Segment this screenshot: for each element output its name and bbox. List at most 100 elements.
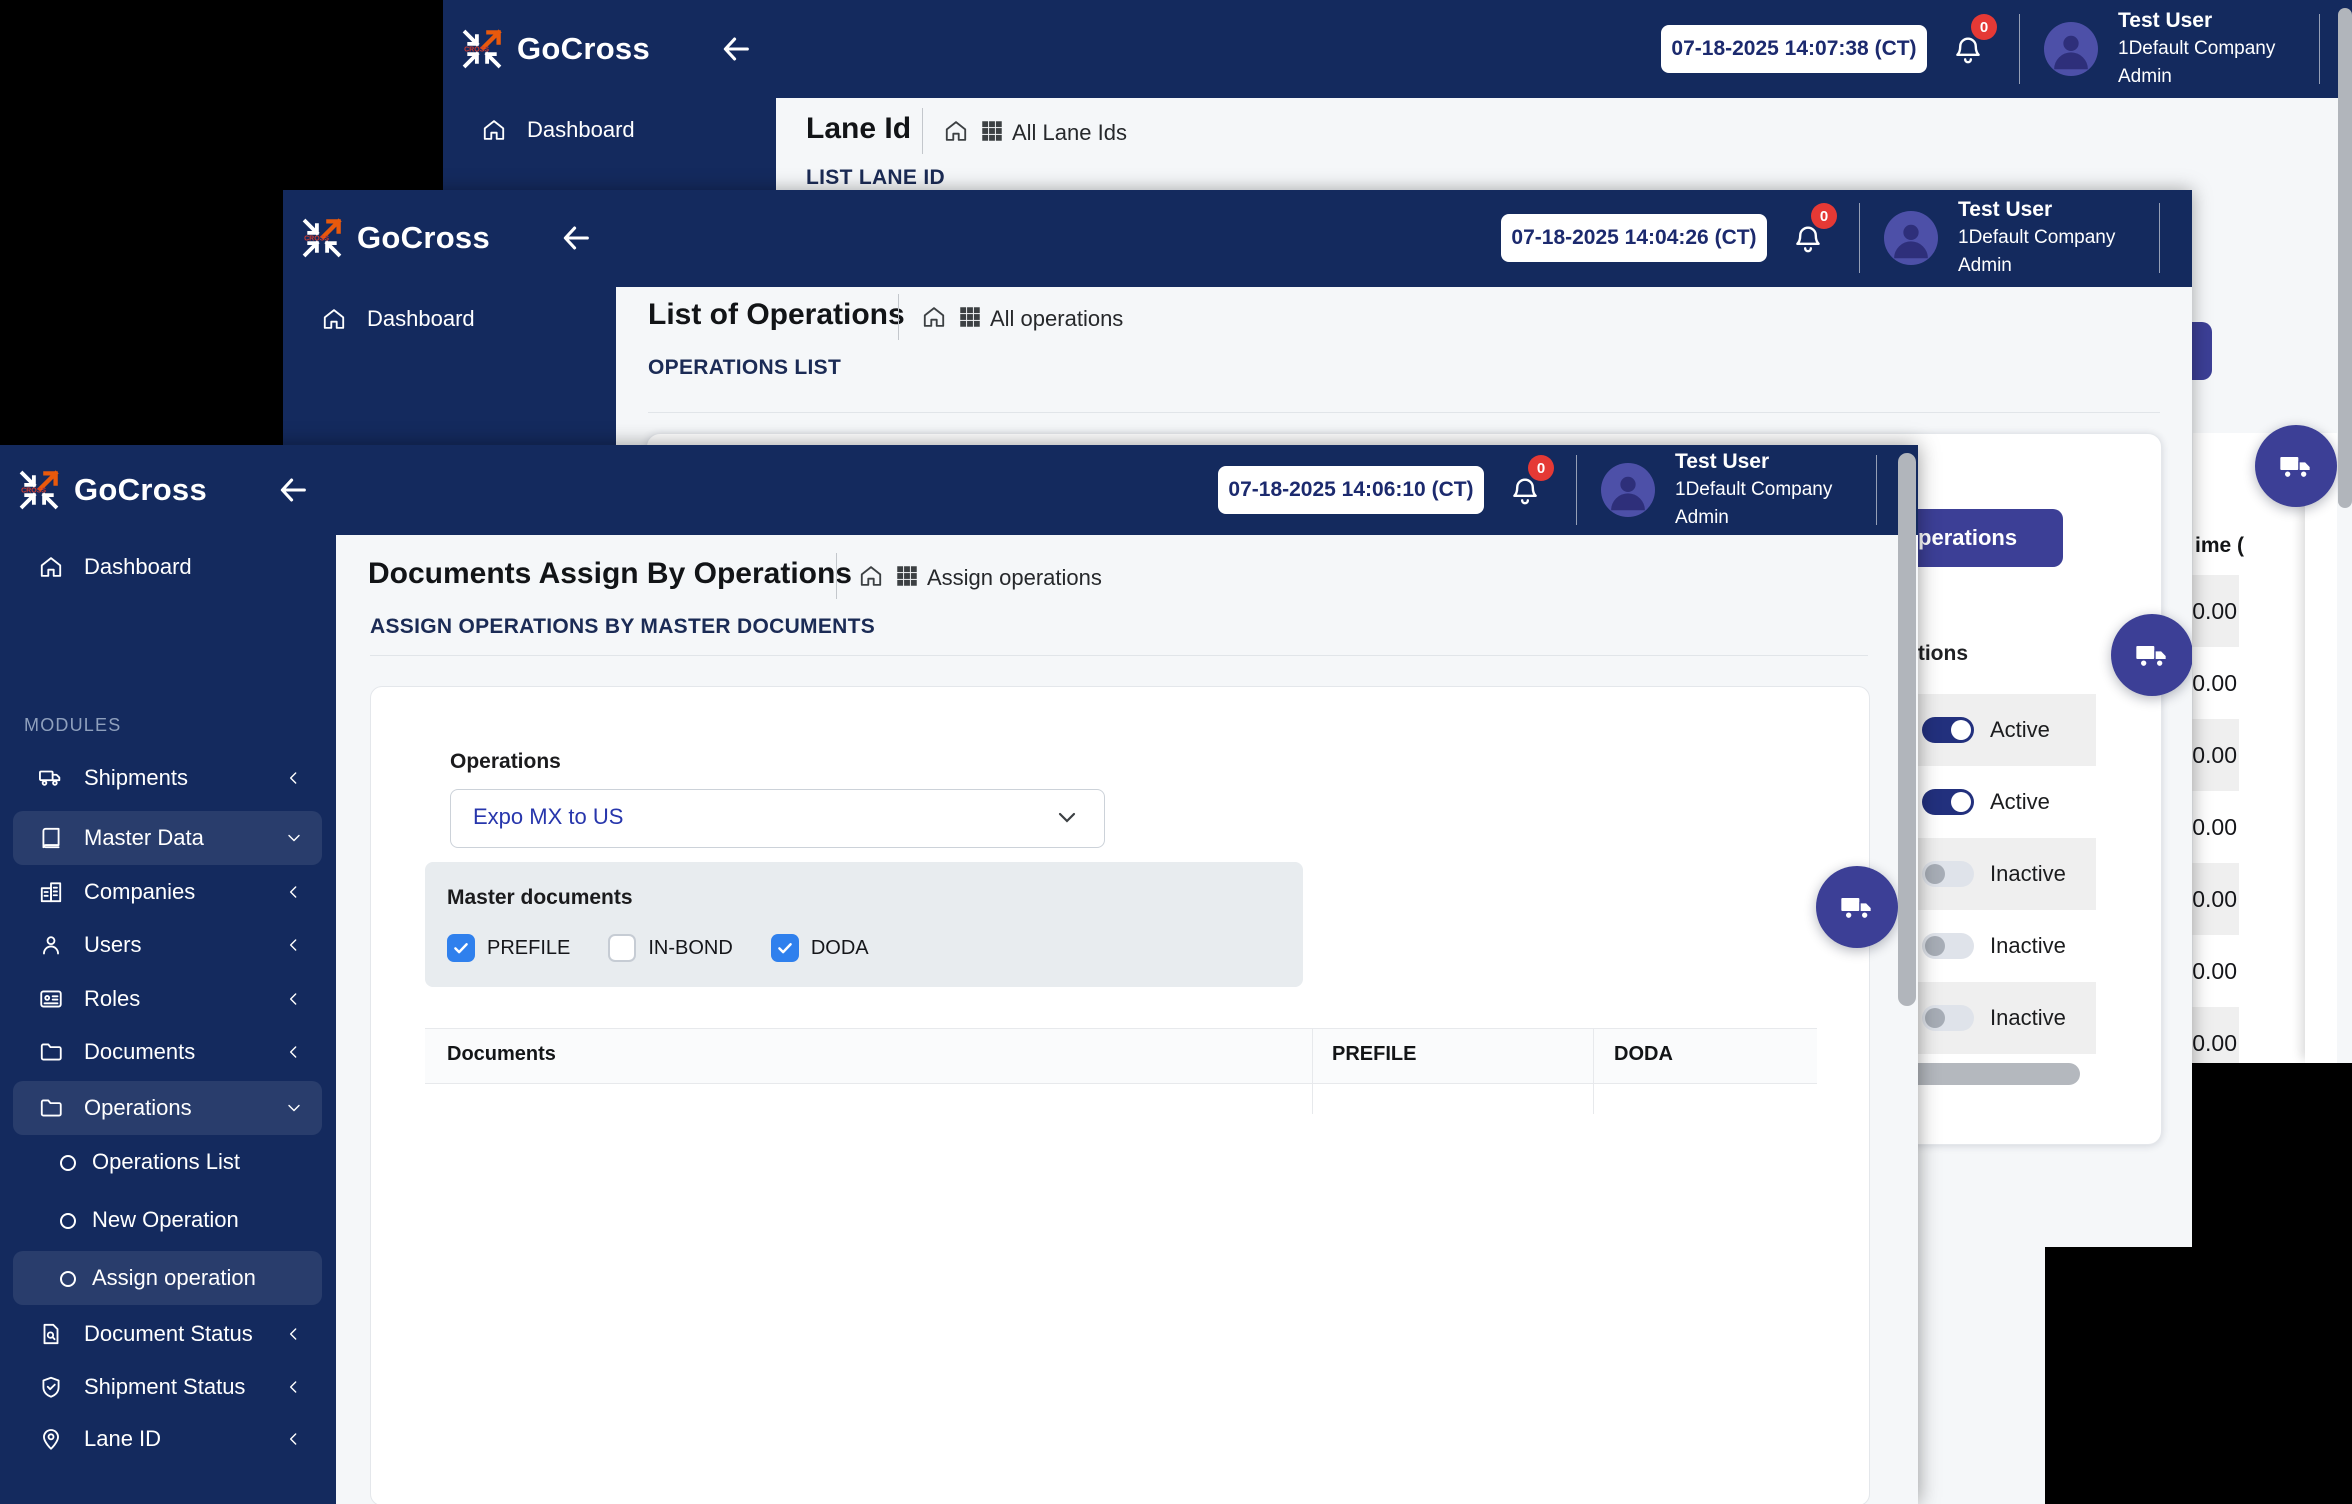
chevron-left-icon: [284, 1042, 304, 1062]
user-role: Admin: [1958, 252, 2192, 280]
breadcrumb[interactable]: Assign operations: [927, 565, 1102, 591]
status-label: Active: [1990, 789, 2050, 815]
chevron-down-icon: [1058, 812, 1076, 824]
section-title: ASSIGN OPERATIONS BY MASTER DOCUMENTS: [370, 615, 875, 639]
avatar[interactable]: [1601, 463, 1655, 517]
operations-button-label: Operations: [1901, 525, 2017, 551]
chevron-left-icon: [284, 989, 304, 1009]
timestamp: 07-18-2025 14:07:38 (CT): [1671, 37, 1916, 61]
clock-display[interactable]: 07-18-2025 14:06:10 (CT): [1218, 466, 1484, 514]
column-divider: [1312, 1028, 1313, 1114]
grid-breadcrumb-icon[interactable]: [979, 118, 1005, 144]
clock-display[interactable]: 07-18-2025 14:04:26 (CT): [1501, 214, 1767, 262]
status-toggle[interactable]: [1922, 1005, 1974, 1031]
truck-fab-button[interactable]: [2111, 614, 2192, 696]
sidebar-item-label: Dashboard: [84, 554, 192, 580]
operations-select[interactable]: Expo MX to US: [450, 789, 1105, 848]
sidebar-collapse-icon[interactable]: [719, 32, 753, 66]
top-bar: CROSS GoCross 07-18-2025 14:04:26 (CT) 0…: [283, 190, 2192, 287]
avatar[interactable]: [1884, 211, 1938, 265]
notification-badge: 0: [1971, 14, 1997, 40]
timestamp: 07-18-2025 14:04:26 (CT): [1511, 226, 1756, 250]
home-breadcrumb-icon[interactable]: [943, 118, 969, 144]
doda-checkbox[interactable]: [771, 934, 799, 962]
checkbox-label: IN-BOND: [648, 937, 732, 960]
sidebar-item-shipments[interactable]: Shipments: [0, 752, 333, 804]
sidebar-item-master-data[interactable]: Master Data: [13, 811, 322, 865]
column-header-prefile: PREFILE: [1332, 1043, 1416, 1066]
user-company: 1Default Company: [2118, 35, 2352, 63]
page-title: List of Operations: [648, 298, 905, 332]
sidebar-item-assign-operation[interactable]: Assign operation: [13, 1251, 322, 1305]
master-documents-label: Master documents: [447, 886, 633, 910]
vertical-scrollbar[interactable]: [1898, 453, 1916, 1006]
user-name: Test User: [1958, 196, 2192, 224]
section-divider: [648, 412, 2160, 413]
status-toggle[interactable]: [1922, 933, 1974, 959]
column-header-documents: Documents: [447, 1043, 556, 1066]
operations-select-value: Expo MX to US: [473, 804, 623, 830]
status-toggle[interactable]: [1922, 861, 1974, 887]
status-toggle[interactable]: [1922, 789, 1974, 815]
window-documents-assign: CROSS GoCross 07-18-2025 14:06:10 (CT) 0…: [0, 445, 1918, 1504]
shield-check-icon: [38, 1374, 64, 1400]
home-breadcrumb-icon[interactable]: [921, 304, 947, 330]
book-icon: [38, 825, 64, 851]
map-pin-icon: [38, 1426, 64, 1452]
clock-display[interactable]: 07-18-2025 14:07:38 (CT): [1661, 25, 1927, 73]
gocross-logo-icon: CROSS: [16, 467, 62, 513]
chevron-left-icon: [284, 882, 304, 902]
bullet-circle-icon: [60, 1213, 76, 1229]
sidebar-item-shipment-status[interactable]: Shipment Status: [0, 1361, 333, 1413]
sidebar-item-label: Users: [84, 932, 141, 958]
sidebar-item-users[interactable]: Users: [0, 919, 333, 971]
sidebar-item-lane-id[interactable]: Lane ID: [0, 1413, 333, 1465]
home-breadcrumb-icon[interactable]: [858, 563, 884, 589]
sidebar-item-document-status[interactable]: Document Status: [0, 1308, 333, 1360]
header-divider: [2019, 14, 2020, 84]
grid-breadcrumb-icon[interactable]: [894, 563, 920, 589]
user-info[interactable]: Test User 1Default Company Admin: [1958, 196, 2192, 280]
prefile-checkbox[interactable]: [447, 934, 475, 962]
svg-text:CROSS: CROSS: [304, 236, 329, 243]
brand-name: GoCross: [517, 31, 650, 67]
truck-fab-button[interactable]: [1816, 866, 1898, 948]
home-icon: [38, 554, 64, 580]
grid-breadcrumb-icon[interactable]: [957, 304, 983, 330]
sidebar-item-new-operation[interactable]: New Operation: [0, 1194, 333, 1246]
user-icon: [38, 932, 64, 958]
vertical-scrollbar[interactable]: [2338, 8, 2352, 508]
user-info[interactable]: Test User 1Default Company Admin: [2118, 7, 2352, 91]
sidebar-item-documents[interactable]: Documents: [0, 1026, 333, 1078]
chevron-left-icon: [284, 1324, 304, 1344]
operations-field-label: Operations: [450, 750, 561, 774]
status-label: Inactive: [1990, 861, 2066, 887]
breadcrumb[interactable]: All operations: [990, 306, 1123, 332]
breadcrumb[interactable]: All Lane Ids: [1012, 120, 1127, 146]
sidebar-item-companies[interactable]: Companies: [0, 866, 333, 918]
sidebar-item-roles[interactable]: Roles: [0, 973, 333, 1025]
sidebar-item-label: Documents: [84, 1039, 195, 1065]
sidebar-item-dashboard[interactable]: Dashboard: [283, 293, 616, 345]
page-title: Lane Id: [806, 112, 911, 146]
sidebar-item-label: Document Status: [84, 1321, 253, 1347]
status-toggle[interactable]: [1922, 717, 1974, 743]
sidebar-item-operations[interactable]: Operations: [13, 1081, 322, 1135]
sidebar-item-label: Operations List: [92, 1149, 240, 1175]
sidebar-item-dashboard[interactable]: Dashboard: [0, 541, 333, 593]
horizontal-scrollbar[interactable]: [1905, 1063, 2080, 1085]
sidebar-item-label: Assign operation: [92, 1265, 256, 1291]
user-info[interactable]: Test User 1Default Company Admin: [1675, 448, 1915, 532]
sidebar-collapse-icon[interactable]: [559, 221, 593, 255]
desktop-black-area: [2045, 1247, 2352, 1504]
truck-fab-button[interactable]: [2255, 425, 2337, 507]
section-divider: [370, 655, 1868, 656]
modules-section-label: MODULES: [24, 715, 121, 736]
sidebar-item-operations-list[interactable]: Operations List: [0, 1136, 333, 1188]
truck-icon: [38, 765, 64, 791]
avatar[interactable]: [2044, 22, 2098, 76]
in-bond-checkbox[interactable]: [608, 934, 636, 962]
sidebar-collapse-icon[interactable]: [276, 473, 310, 507]
documents-table-header: [425, 1028, 1817, 1084]
sidebar-item-dashboard[interactable]: Dashboard: [443, 104, 776, 156]
